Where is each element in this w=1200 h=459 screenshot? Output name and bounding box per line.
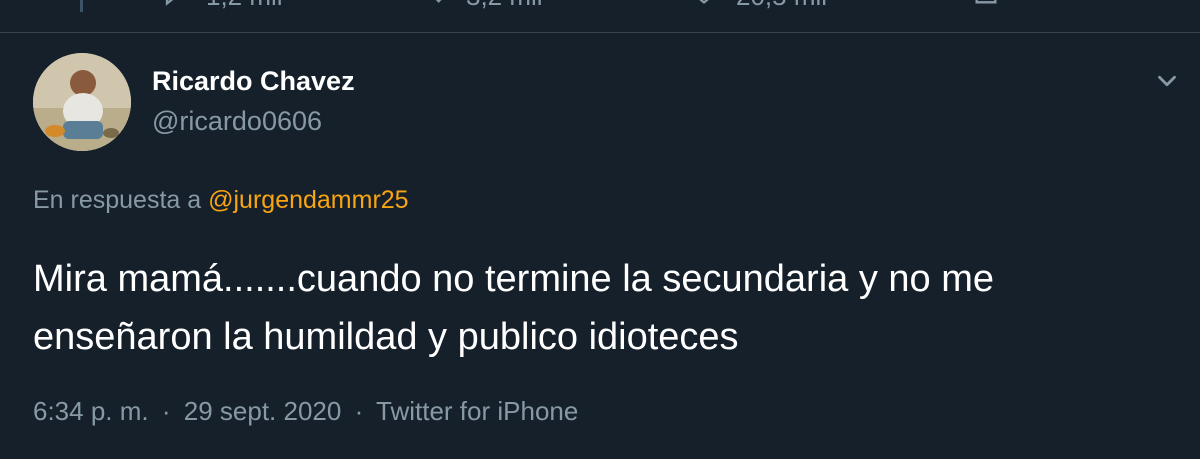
retweet-icon: [420, 0, 448, 14]
author-handle[interactable]: @ricardo0606: [152, 106, 322, 137]
reply-count: 1,2 mil: [206, 0, 283, 12]
tweet-text: Mira mamá.......cuando no termine la sec…: [33, 258, 995, 358]
retweet-count: 3,2 mil: [466, 0, 543, 12]
reply-context: En respuesta a @jurgendammr25: [33, 186, 409, 215]
tweet-source[interactable]: Twitter for iPhone: [376, 396, 578, 426]
avatar-image: [33, 53, 131, 151]
share-icon: [972, 0, 1000, 14]
tweet-meta: 6:34 p. m. · 29 sept. 2020 · Twitter for…: [33, 396, 578, 427]
reply-icon: [160, 0, 188, 14]
avatar[interactable]: [33, 53, 131, 151]
tweet-date[interactable]: 29 sept. 2020: [184, 396, 342, 426]
like-count: 20,5 mil: [736, 0, 827, 12]
reply-button[interactable]: 1,2 mil: [160, 0, 283, 14]
tweet-view: 1,2 mil 3,2 mil 20,5 mil: [0, 0, 1200, 459]
tweet-options-button[interactable]: [1152, 66, 1182, 96]
like-button[interactable]: 20,5 mil: [690, 0, 827, 14]
author-display-name[interactable]: Ricardo Chavez: [152, 66, 355, 97]
tweet-divider: [0, 32, 1200, 33]
tweet-time[interactable]: 6:34 p. m.: [33, 396, 149, 426]
reply-context-prefix: En respuesta a: [33, 186, 202, 214]
share-button[interactable]: [972, 0, 1000, 14]
retweet-button[interactable]: 3,2 mil: [420, 0, 543, 14]
thread-connector-line: [80, 0, 83, 12]
chevron-down-icon: [1152, 75, 1182, 100]
meta-separator: ·: [354, 396, 364, 426]
previous-tweet-action-bar: 1,2 mil 3,2 mil 20,5 mil: [0, 0, 1200, 14]
like-icon: [690, 0, 718, 14]
meta-separator: ·: [161, 396, 171, 426]
reply-mention-link[interactable]: @jurgendammr25: [208, 186, 408, 214]
